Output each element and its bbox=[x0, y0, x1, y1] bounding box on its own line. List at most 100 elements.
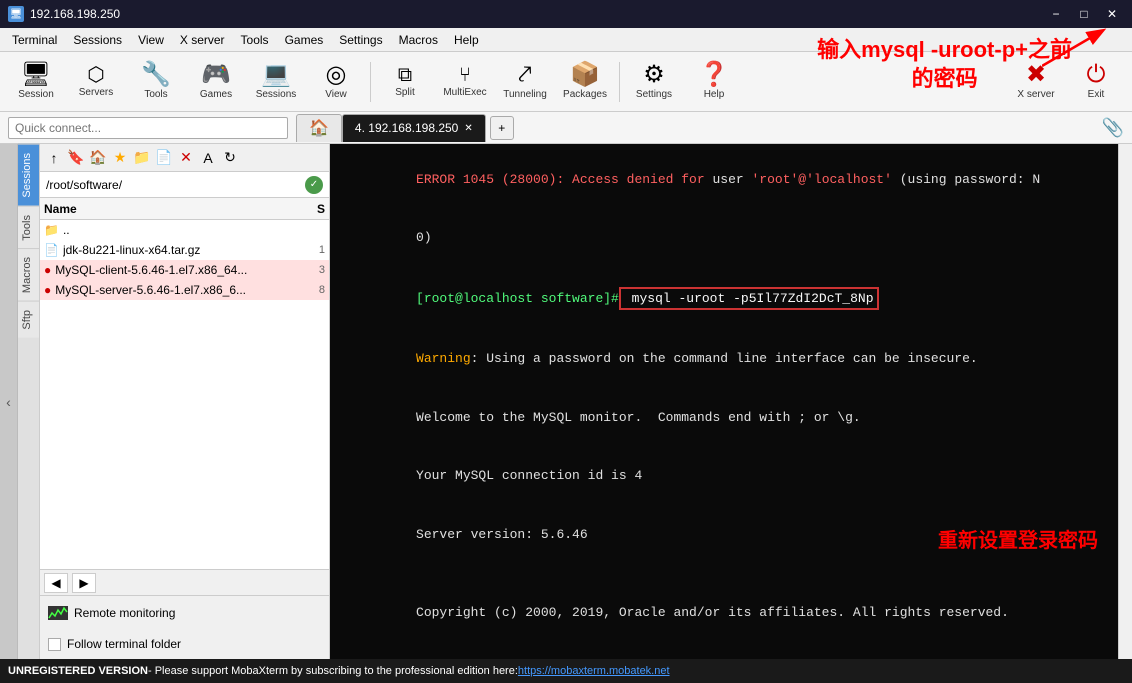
file-tb-bookmark[interactable]: 🔖 bbox=[66, 148, 86, 168]
servers-icon: ⬡ bbox=[87, 65, 104, 85]
session-icon: 🖥 bbox=[21, 63, 51, 87]
split-label: Split bbox=[395, 87, 414, 98]
menu-games[interactable]: Games bbox=[277, 31, 332, 49]
file-tb-up[interactable]: ↑ bbox=[44, 148, 64, 168]
toolbar-help[interactable]: ❓ Help bbox=[686, 56, 742, 108]
file-item-jdk[interactable]: 📄 jdk-8u221-linux-x64.tar.gz 1 bbox=[40, 240, 329, 260]
file-tb-star[interactable]: ★ bbox=[110, 148, 130, 168]
exit-label: Exit bbox=[1088, 89, 1105, 100]
servers-label: Servers bbox=[79, 87, 113, 98]
file-icon: ● bbox=[44, 283, 51, 297]
remote-monitoring[interactable]: Remote monitoring bbox=[40, 595, 329, 629]
file-size: 8 bbox=[295, 284, 325, 296]
view-label: View bbox=[325, 89, 347, 100]
file-tb-refresh[interactable]: ↻ bbox=[220, 148, 240, 168]
quick-connect-bar: 🏠 4. 192.168.198.250 ✕ + 📎 bbox=[0, 112, 1132, 144]
session-label: Session bbox=[18, 89, 54, 100]
file-icon: ● bbox=[44, 263, 51, 277]
menu-bar: Terminal Sessions View X server Tools Ga… bbox=[0, 28, 1132, 52]
file-panel: ↑ 🔖 🏠 ★ 📁 📄 ✕ A ↻ /root/software/ ✓ Name… bbox=[40, 144, 330, 659]
file-name: MySQL-client-5.6.46-1.el7.x86_64... bbox=[55, 263, 291, 277]
remote-monitoring-icon bbox=[48, 606, 68, 620]
panel-collapse-button[interactable]: ‹ bbox=[0, 144, 18, 659]
term-line-blank1 bbox=[338, 564, 1110, 584]
address-text: /root/software/ bbox=[46, 178, 301, 192]
file-tb-folder[interactable]: 📁 bbox=[132, 148, 152, 168]
help-label: Help bbox=[704, 89, 725, 100]
file-tb-newfile[interactable]: 📄 bbox=[154, 148, 174, 168]
follow-folder-checkbox[interactable] bbox=[48, 638, 61, 651]
toolbar-tunneling[interactable]: ⤤ Tunneling bbox=[497, 56, 553, 108]
toolbar-view[interactable]: ◎ View bbox=[308, 56, 364, 108]
status-link[interactable]: https://mobaxterm.mobatek.net bbox=[518, 665, 670, 677]
tab-terminal1[interactable]: 4. 192.168.198.250 ✕ bbox=[342, 114, 486, 142]
settings-icon: ⚙ bbox=[643, 63, 665, 87]
games-icon: 🎮 bbox=[201, 63, 231, 87]
file-item-mysql-server[interactable]: ● MySQL-server-5.6.46-1.el7.x86_6... 8 bbox=[40, 280, 329, 300]
menu-view[interactable]: View bbox=[130, 31, 172, 49]
toolbar-split[interactable]: ⧉ Split bbox=[377, 56, 433, 108]
multiexec-icon: ⑂ bbox=[459, 65, 471, 85]
toolbar-session[interactable]: 🖥 Session bbox=[8, 56, 64, 108]
terminal-panel[interactable]: ERROR 1045 (28000): Access denied for us… bbox=[330, 144, 1118, 659]
exit-icon: ⏻ bbox=[1087, 63, 1106, 87]
tab-add-button[interactable]: + bbox=[490, 116, 514, 140]
file-tb-delete[interactable]: ✕ bbox=[176, 148, 196, 168]
term-line-error1045: ERROR 1045 (28000): Access denied for us… bbox=[338, 150, 1110, 209]
status-unregistered: UNREGISTERED VERSION bbox=[8, 665, 148, 677]
packages-icon: 📦 bbox=[570, 63, 600, 87]
menu-tools[interactable]: Tools bbox=[233, 31, 277, 49]
file-item-parent[interactable]: 📁 .. bbox=[40, 220, 329, 240]
toolbar-xserver[interactable]: ✖ X server bbox=[1008, 56, 1064, 108]
nav-next[interactable]: ▶ bbox=[72, 573, 96, 593]
minimize-button[interactable]: − bbox=[1044, 4, 1068, 24]
toolbar-exit[interactable]: ⏻ Exit bbox=[1068, 56, 1124, 108]
menu-macros[interactable]: Macros bbox=[391, 31, 446, 49]
attach-icon[interactable]: 📎 bbox=[1102, 117, 1124, 138]
file-name: jdk-8u221-linux-x64.tar.gz bbox=[63, 243, 291, 257]
quick-connect-input[interactable] bbox=[8, 117, 288, 139]
tab-close-terminal1[interactable]: ✕ bbox=[464, 123, 472, 134]
term-line-version: Server version: 5.6.46 bbox=[338, 505, 1110, 564]
menu-sessions[interactable]: Sessions bbox=[65, 31, 130, 49]
file-item-mysql-client[interactable]: ● MySQL-client-5.6.46-1.el7.x86_64... 3 bbox=[40, 260, 329, 280]
toolbar-servers[interactable]: ⬡ Servers bbox=[68, 56, 124, 108]
close-button[interactable]: ✕ bbox=[1100, 4, 1124, 24]
toolbar-sep-1 bbox=[370, 62, 371, 102]
vtab-sftp[interactable]: Sftp bbox=[18, 301, 39, 338]
toolbar-sessions[interactable]: 💻 Sessions bbox=[248, 56, 304, 108]
term-line-welcome: Welcome to the MySQL monitor. Commands e… bbox=[338, 388, 1110, 447]
toolbar-packages[interactable]: 📦 Packages bbox=[557, 56, 613, 108]
toolbar: 🖥 Session ⬡ Servers 🔧 Tools 🎮 Games 💻 Se… bbox=[0, 52, 1132, 112]
menu-settings[interactable]: Settings bbox=[331, 31, 390, 49]
col-size-header: S bbox=[295, 202, 325, 216]
file-tb-home[interactable]: 🏠 bbox=[88, 148, 108, 168]
toolbar-tools[interactable]: 🔧 Tools bbox=[128, 56, 184, 108]
tab-home[interactable]: 🏠 bbox=[296, 114, 342, 142]
maximize-button[interactable]: □ bbox=[1072, 4, 1096, 24]
file-tb-text[interactable]: A bbox=[198, 148, 218, 168]
file-nav-bar: ◀ ▶ bbox=[40, 569, 329, 595]
menu-terminal[interactable]: Terminal bbox=[4, 31, 65, 49]
tab-terminal1-label: 4. 192.168.198.250 bbox=[355, 121, 458, 135]
term-line-mysql-cmd: [root@localhost software]# mysql -uroot … bbox=[338, 267, 1110, 330]
address-ok-button[interactable]: ✓ bbox=[305, 176, 323, 194]
menu-help[interactable]: Help bbox=[446, 31, 487, 49]
toolbar-sep-2 bbox=[619, 62, 620, 102]
xserver-icon: ✖ bbox=[1026, 63, 1046, 87]
file-list: 📁 .. 📄 jdk-8u221-linux-x64.tar.gz 1 ● My… bbox=[40, 220, 329, 569]
title-bar: 🖥 192.168.198.250 − □ ✕ bbox=[0, 0, 1132, 28]
tunneling-icon: ⤤ bbox=[518, 63, 532, 87]
settings-label: Settings bbox=[636, 89, 672, 100]
vtab-tools[interactable]: Tools bbox=[18, 206, 39, 249]
file-name: MySQL-server-5.6.46-1.el7.x86_6... bbox=[55, 283, 291, 297]
toolbar-games[interactable]: 🎮 Games bbox=[188, 56, 244, 108]
vtab-macros[interactable]: Macros bbox=[18, 248, 39, 301]
nav-prev[interactable]: ◀ bbox=[44, 573, 68, 593]
right-scrollbar[interactable] bbox=[1118, 144, 1132, 659]
menu-xserver[interactable]: X server bbox=[172, 31, 233, 49]
toolbar-settings[interactable]: ⚙ Settings bbox=[626, 56, 682, 108]
vtab-sessions[interactable]: Sessions bbox=[18, 144, 39, 206]
toolbar-multiexec[interactable]: ⑂ MultiExec bbox=[437, 56, 493, 108]
remote-monitoring-label: Remote monitoring bbox=[74, 606, 175, 620]
